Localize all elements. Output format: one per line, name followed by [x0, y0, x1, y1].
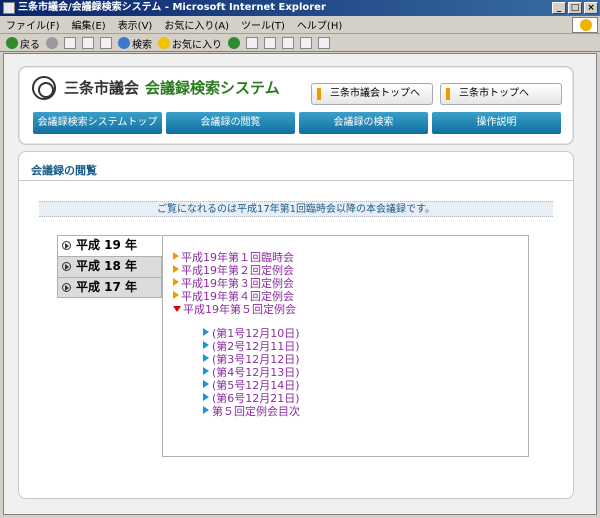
triangle-right-icon: [173, 278, 179, 286]
issue-link[interactable]: (第5号12月14日): [203, 379, 300, 392]
triangle-right-icon: [203, 328, 209, 336]
print-icon[interactable]: [264, 37, 276, 49]
triangle-right-icon: [203, 380, 209, 388]
triangle-right-icon: [203, 406, 209, 414]
nav-help[interactable]: 操作説明: [432, 112, 561, 134]
triangle-right-icon: [203, 393, 209, 401]
main-nav: 会議録検索システムトップ 会議録の閲覧 会議録の検索 操作説明: [33, 112, 561, 134]
back-arrow-icon: [6, 37, 18, 49]
star-icon: [158, 37, 170, 49]
edit-icon[interactable]: [282, 37, 294, 49]
triangle-down-icon: [173, 306, 181, 312]
site-header: 三条市議会 会議録検索システム 三条市議会トップへ 三条市トップへ 会議録検索シス…: [18, 66, 574, 145]
sessions-panel: 平成19年第１回臨時会 平成19年第２回定例会 平成19年第３回定例会 平成19…: [162, 235, 529, 457]
triangle-right-icon: [203, 341, 209, 349]
session-link[interactable]: 平成19年第３回定例会: [173, 277, 296, 290]
session-link[interactable]: 平成19年第１回臨時会: [173, 251, 296, 264]
issue-link[interactable]: (第6号12月21日): [203, 392, 300, 405]
issue-link[interactable]: (第3号12月12日): [203, 353, 300, 366]
window-title: 三条市議会/会議録検索システム - Microsoft Internet Exp…: [18, 2, 326, 13]
session-list: 平成19年第１回臨時会 平成19年第２回定例会 平成19年第３回定例会 平成19…: [173, 251, 296, 316]
page-viewport: 三条市議会 会議録検索システム 三条市議会トップへ 三条市トップへ 会議録検索シス…: [3, 53, 597, 515]
menu-help[interactable]: ヘルプ(H): [291, 17, 348, 32]
tab-year-h17[interactable]: 平成 17 年: [57, 277, 162, 298]
menu-favorites[interactable]: お気に入り(A): [158, 17, 235, 32]
refresh-icon[interactable]: [82, 37, 94, 49]
system-name: 会議録検索システム: [145, 79, 280, 97]
nav-system-top[interactable]: 会議録検索システムトップ: [33, 112, 162, 134]
notice-banner: ご覧になれるのは平成17年第1回臨時会以降の本会議録です。: [39, 201, 553, 217]
back-button[interactable]: 戻る: [6, 36, 40, 51]
menu-file[interactable]: ファイル(F): [0, 17, 66, 32]
history-icon[interactable]: [228, 37, 240, 49]
city-top-link[interactable]: 三条市トップへ: [440, 83, 562, 105]
nav-browse[interactable]: 会議録の閲覧: [166, 112, 295, 134]
council-top-link[interactable]: 三条市議会トップへ: [311, 83, 433, 105]
session-link-expanded[interactable]: 平成19年第５回定例会: [173, 303, 296, 316]
site-title: 三条市議会 会議録検索システム: [64, 77, 280, 98]
menu-bar: ファイル(F) 編集(E) 表示(V) お気に入り(A) ツール(T) ヘルプ(…: [0, 16, 600, 34]
forward-button[interactable]: [46, 37, 58, 49]
triangle-right-icon: [203, 354, 209, 362]
stop-icon[interactable]: [64, 37, 76, 49]
section-title: 会議録の閲覧: [31, 164, 97, 177]
search-icon: [118, 37, 130, 49]
bar-icon: [446, 88, 450, 100]
issue-link[interactable]: (第4号12月13日): [203, 366, 300, 379]
window-titlebar: 三条市議会/会議録検索システム - Microsoft Internet Exp…: [0, 0, 600, 16]
folder-icon[interactable]: [300, 37, 312, 49]
session-link[interactable]: 平成19年第４回定例会: [173, 290, 296, 303]
bar-icon: [317, 88, 321, 100]
close-button[interactable]: ×: [584, 2, 598, 14]
triangle-right-icon: [173, 265, 179, 273]
menu-tools[interactable]: ツール(T): [235, 17, 291, 32]
favorites-button[interactable]: お気に入り: [158, 36, 222, 51]
city-emblem-icon: [32, 76, 56, 100]
contents-link[interactable]: 第５回定例会目次: [203, 405, 300, 418]
browser-toolbar: 戻る 検索 お気に入り: [0, 35, 600, 52]
session-link[interactable]: 平成19年第２回定例会: [173, 264, 296, 277]
mail-icon[interactable]: [246, 37, 258, 49]
maximize-button[interactable]: □: [568, 2, 582, 14]
circle-arrow-icon: [62, 241, 71, 250]
year-tabs: 平成 19 年 平成 18 年 平成 17 年: [57, 235, 162, 298]
windows-logo-icon: [572, 17, 598, 33]
menu-view[interactable]: 表示(V): [112, 17, 159, 32]
tab-year-h19[interactable]: 平成 19 年: [57, 235, 162, 256]
nav-search[interactable]: 会議録の検索: [299, 112, 428, 134]
minimize-button[interactable]: _: [552, 2, 566, 14]
triangle-right-icon: [173, 252, 179, 260]
divider: [19, 180, 573, 181]
site-name: 三条市議会: [64, 79, 140, 97]
menu-edit[interactable]: 編集(E): [66, 17, 112, 32]
search-button[interactable]: 検索: [118, 36, 152, 51]
ie-page-icon: [3, 2, 15, 14]
circle-arrow-icon: [62, 262, 71, 271]
issue-list: (第1号12月10日) (第2号12月11日) (第3号12月12日) (第4号…: [203, 327, 300, 418]
circle-arrow-icon: [62, 283, 71, 292]
messenger-icon[interactable]: [318, 37, 330, 49]
tab-year-h18[interactable]: 平成 18 年: [57, 256, 162, 277]
forward-arrow-icon: [46, 37, 58, 49]
triangle-right-icon: [203, 367, 209, 375]
home-icon[interactable]: [100, 37, 112, 49]
triangle-right-icon: [173, 291, 179, 299]
main-content: 会議録の閲覧 ご覧になれるのは平成17年第1回臨時会以降の本会議録です。 平成 …: [18, 151, 574, 499]
issue-link[interactable]: (第1号12月10日): [203, 327, 300, 340]
issue-link[interactable]: (第2号12月11日): [203, 340, 300, 353]
